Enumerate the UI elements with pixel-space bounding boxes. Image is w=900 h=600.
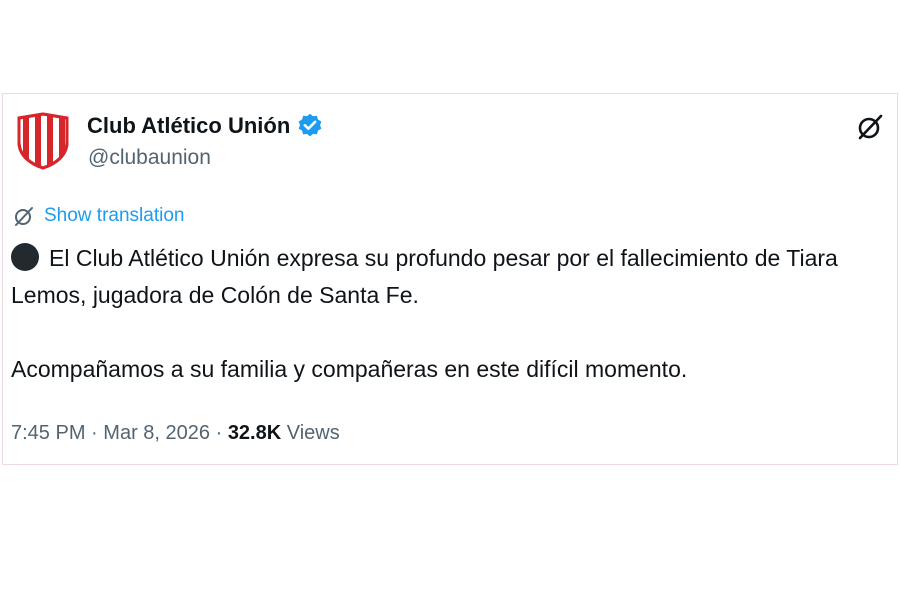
tweet-paragraph-1: El Club Atlético Unión expresa su profun… (11, 240, 895, 314)
tweet-meta: 7:45 PM · Mar 8, 2026 · 32.8K Views (11, 422, 340, 445)
author-name[interactable]: Club Atlético Unión (87, 112, 324, 140)
meta-separator: · (215, 422, 223, 444)
grok-icon[interactable] (855, 112, 885, 142)
tweet-time[interactable]: 7:45 PM (11, 422, 85, 444)
show-translation-button[interactable]: Show translation (12, 204, 184, 228)
black-circle-emoji (11, 243, 39, 271)
tweet-card: Club Atlético Unión @clubaunion Show tra… (2, 93, 898, 465)
meta-separator: · (91, 422, 98, 444)
views-label: Views (286, 422, 340, 444)
translate-icon (12, 204, 36, 228)
author-handle[interactable]: @clubaunion (88, 146, 211, 170)
verified-badge-icon (296, 112, 324, 140)
views-count: 32.8K (227, 422, 282, 444)
show-translation-label[interactable]: Show translation (44, 205, 184, 227)
tweet-date[interactable]: Mar 8, 2026 (103, 422, 210, 444)
tweet-paragraph-1-text: El Club Atlético Unión expresa su profun… (11, 245, 838, 308)
tweet-text: El Club Atlético Unión expresa su profun… (11, 240, 895, 388)
club-shield-avatar[interactable] (13, 110, 73, 170)
author-name-text[interactable]: Club Atlético Unión (87, 113, 290, 139)
tweet-paragraph-2: Acompañamos a su familia y compañeras en… (11, 356, 688, 382)
